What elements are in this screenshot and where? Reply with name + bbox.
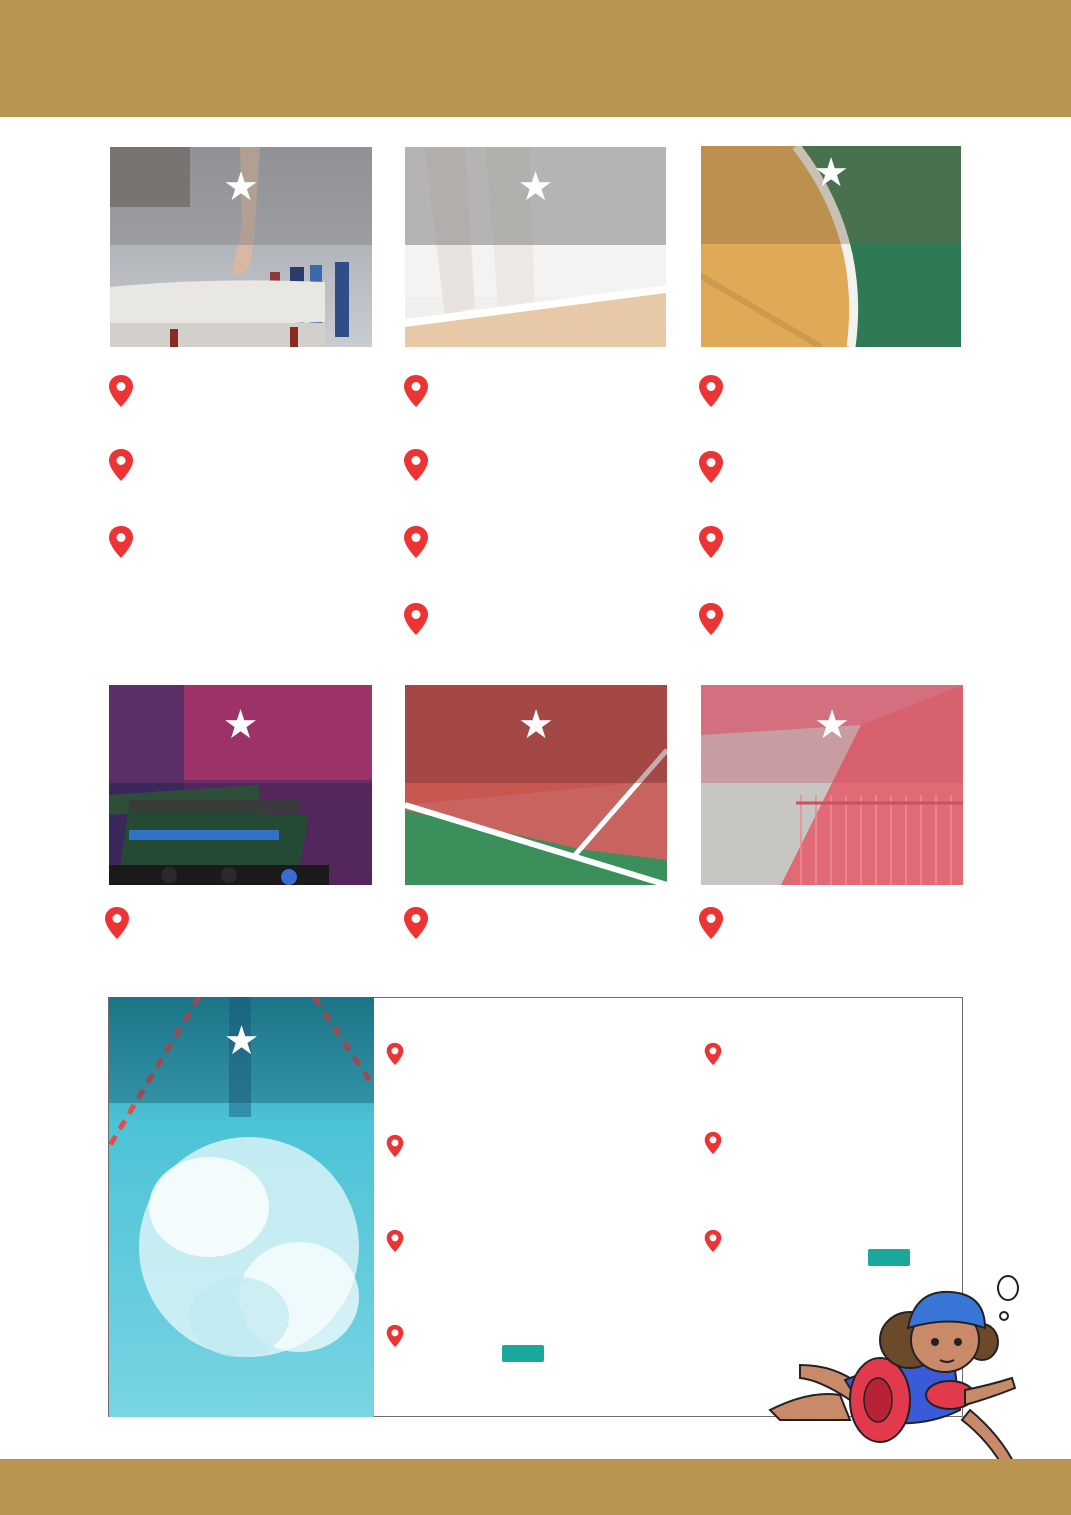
teal-tag	[868, 1249, 910, 1266]
map-pin-icon	[386, 1134, 404, 1158]
star-icon: ★	[223, 164, 259, 210]
teal-tag	[502, 1345, 544, 1362]
map-pin-icon	[403, 448, 429, 482]
map-pin-icon	[704, 1131, 722, 1155]
star-icon: ★	[518, 702, 554, 748]
map-pin-icon	[704, 1042, 722, 1066]
map-pin-icon	[698, 906, 724, 940]
map-pin-icon	[386, 1324, 404, 1348]
card-dance: ★	[405, 147, 666, 347]
star-icon: ★	[517, 164, 554, 210]
map-pin-icon	[704, 1229, 722, 1253]
card-judo: ★	[701, 685, 963, 885]
card-court: ★	[701, 146, 961, 347]
map-pin-icon	[403, 906, 429, 940]
map-pin-icon	[403, 374, 429, 408]
map-pin-icon	[698, 602, 724, 636]
map-pin-icon	[108, 448, 134, 482]
map-pin-icon	[698, 525, 724, 559]
card-tennis: ★	[405, 685, 667, 885]
header-band	[0, 0, 1071, 117]
map-pin-icon	[386, 1042, 404, 1066]
footer-band	[0, 1459, 1071, 1515]
swimmer-illustration	[768, 1275, 1019, 1472]
page: ★ ★ ★ ★ ★ ★ ★	[0, 0, 1071, 1515]
map-pin-icon	[104, 906, 130, 940]
map-pin-icon	[386, 1229, 404, 1253]
map-pin-icon	[403, 602, 429, 636]
star-icon: ★	[222, 702, 259, 748]
map-pin-icon	[403, 525, 429, 559]
star-icon: ★	[223, 1018, 260, 1064]
star-icon: ★	[814, 702, 850, 748]
map-pin-icon	[108, 374, 134, 408]
card-swimming: ★	[109, 997, 374, 1417]
map-pin-icon	[698, 374, 724, 408]
map-pin-icon	[698, 450, 724, 484]
card-gymnastics: ★	[110, 147, 372, 347]
map-pin-icon	[108, 525, 134, 559]
star-icon: ★	[813, 150, 849, 196]
card-track: ★	[109, 685, 372, 885]
